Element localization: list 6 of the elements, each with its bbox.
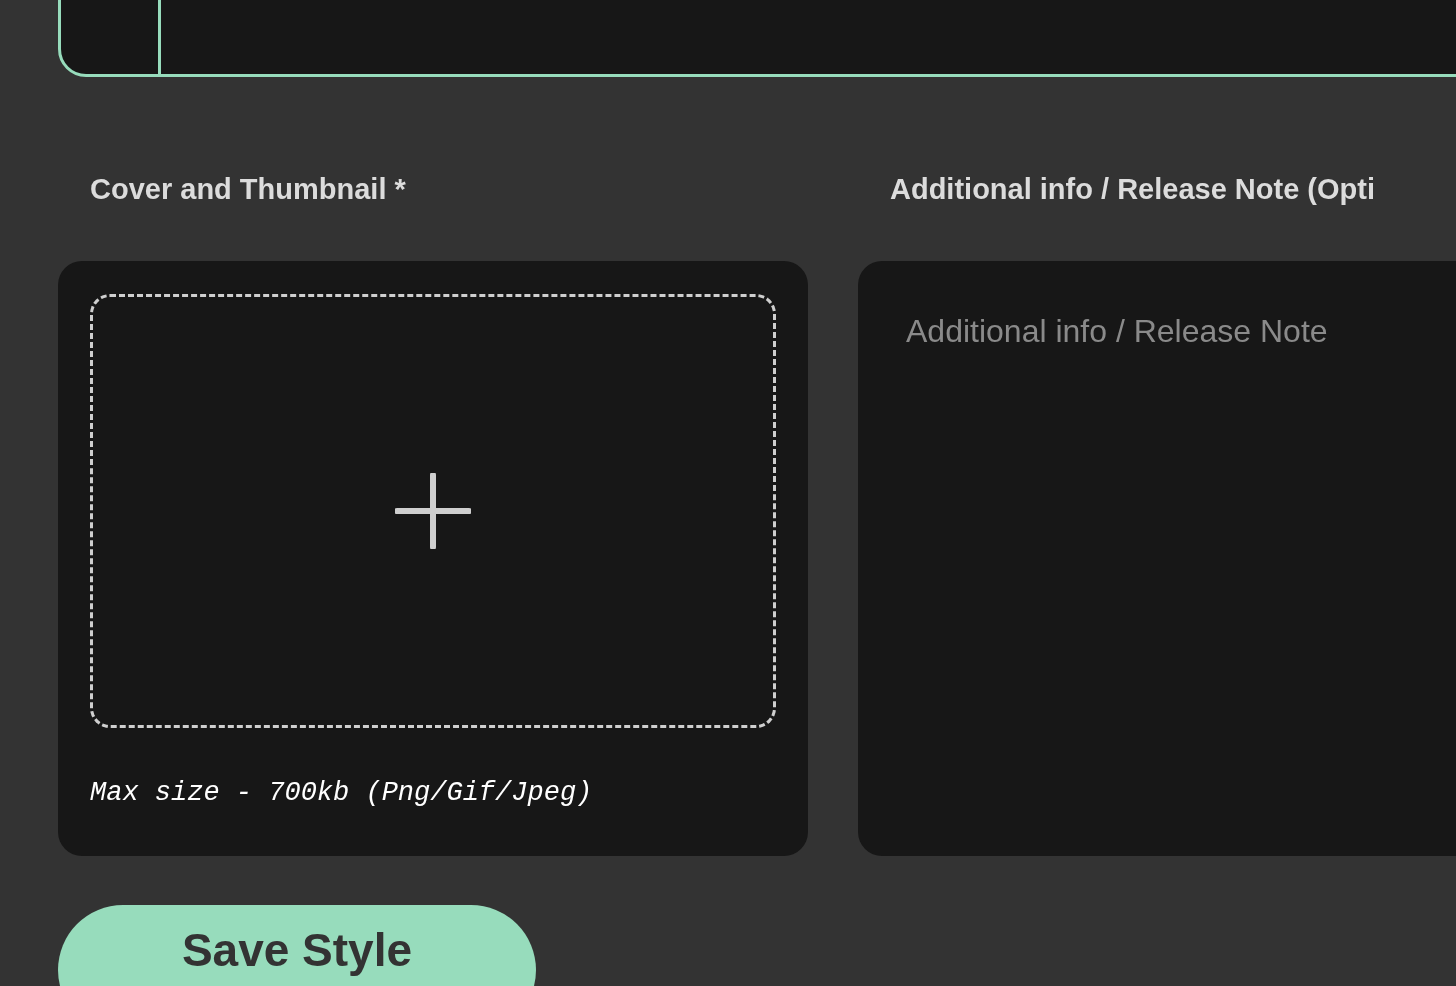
field-label: Cover and Thumbnail *	[89, 172, 407, 207]
notes-field[interactable]: Additional info / Release Note	[858, 261, 1456, 856]
save-button[interactable]: Save Style	[58, 905, 536, 986]
plus-icon	[395, 473, 471, 549]
size-hint: Max size - 700kb (Png/Gif/Jpeg)	[90, 778, 594, 808]
field-label: Additional info / Release Note (Opti	[889, 172, 1376, 207]
